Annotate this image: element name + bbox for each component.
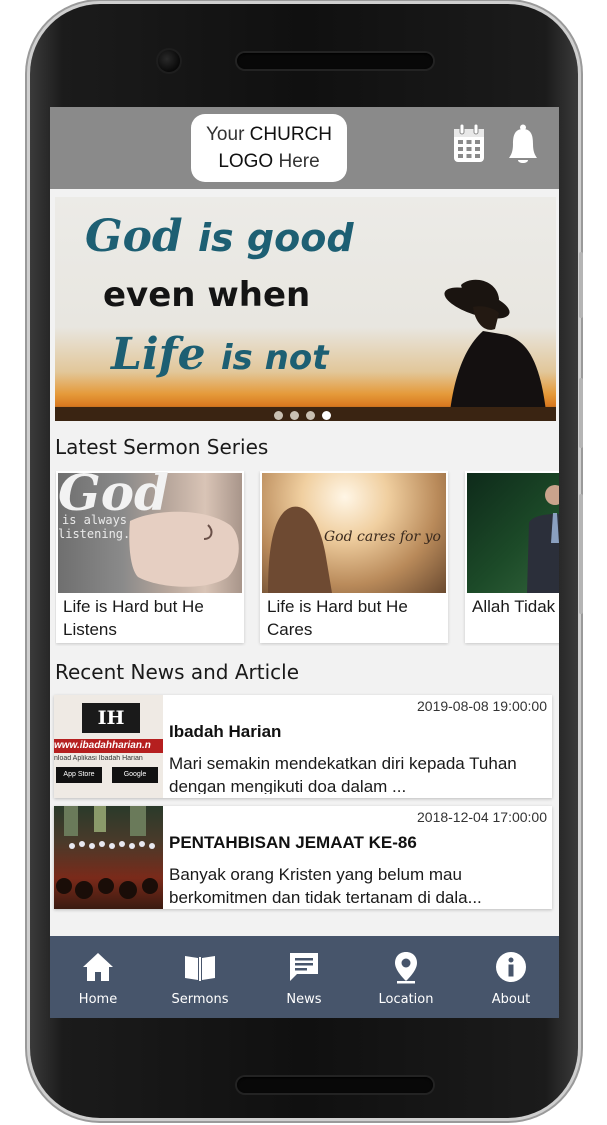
home-icon [83,953,113,981]
sermon-card-image [467,473,559,593]
logo-text-here: Here [278,151,320,172]
ih-logo: IH [82,703,140,733]
sermon-card-img-text: God cares for yo [324,529,441,545]
front-camera [158,50,180,72]
volume-down-button [579,494,583,614]
sermon-card[interactable]: God cares for yo Life is Hard but He Car… [260,471,448,643]
nav-location[interactable]: Location [356,936,456,1018]
sermon-card[interactable]: God is always listening. Life is Hard bu… [56,471,244,643]
news-title: Ibadah Harian [169,722,282,741]
sermon-card-title: Life is Hard but He Listens [63,597,204,639]
nav-about-label: About [491,992,531,1007]
banner-word-is-not: is not [220,338,329,378]
logo-text-your: Your [206,124,245,145]
banner-line-2: even when [103,275,311,315]
thumb-google-badge: Google [112,767,158,783]
news-item[interactable]: 2018-12-04 17:00:00 PENTAHBISAN JEMAAT K… [54,806,552,909]
sermon-card-title: Life is Hard but He Cares [267,597,408,639]
thumb-url: www.ibadahharian.n [54,739,163,753]
sermon-card[interactable]: Allah Tidak Berhenti M [465,471,559,643]
top-bar: Your CHURCH LOGO Here [50,107,559,189]
news-thumbnail [54,806,163,909]
bottom-navigation: Home Sermons News Location About [50,936,559,1018]
slide-dot[interactable] [290,411,299,420]
nav-sermons[interactable]: Sermons [150,936,250,1018]
chat-icon [290,953,318,981]
nav-news-label: News [286,992,322,1007]
news-item[interactable]: IH www.ibadahharian.n nload Aplikasi Iba… [54,695,552,798]
banner-word-is-good: is good [198,216,354,260]
silhouette-man-image [444,279,547,421]
thumb-caption: nload Aplikasi Ibadah Harian [54,755,143,762]
nav-home-label: Home [78,992,118,1007]
app-screen: Your CHURCH LOGO Here God is good even w… [50,107,559,1018]
slide-indicator[interactable] [274,405,338,421]
logo-text-logo: LOGO [218,151,274,172]
nav-home[interactable]: Home [50,936,148,1018]
hero-banner[interactable]: God is good even when Life is not [55,197,556,421]
news-thumbnail: IH www.ibadahharian.n nload Aplikasi Iba… [54,695,163,798]
banner-line-1: God is good [85,211,354,262]
slide-dot[interactable] [274,411,283,420]
news-date: 2018-12-04 17:00:00 [417,809,547,825]
power-button [579,252,583,318]
sermon-section-title: Latest Sermon Series [55,435,269,459]
banner-line-3: Life is not [111,329,328,380]
sermon-carousel[interactable]: God is always listening. Life is Hard bu… [55,471,559,646]
nav-news[interactable]: News [254,936,354,1018]
banner-word-god: God [85,211,183,262]
calendar-icon[interactable] [452,123,486,168]
bell-icon[interactable] [508,124,538,170]
news-description: Mari semakin mendekatkan diri kepada Tuh… [169,754,517,794]
volume-up-button [579,378,583,448]
sermon-card-image: God cares for yo [262,473,446,593]
slide-dot-active[interactable] [322,411,331,420]
sermon-card-image: God is always listening. [58,471,242,593]
sermon-card-title: Allah Tidak Berhenti M [472,597,559,616]
news-section-title: Recent News and Article [55,660,300,684]
slide-dot[interactable] [306,411,315,420]
nav-sermons-label: Sermons [171,992,229,1007]
news-description: Banyak orang Kristen yang belum mau berk… [169,865,482,905]
location-pin-icon [395,952,417,984]
nav-location-label: Location [378,992,434,1007]
top-speaker [237,53,433,69]
church-logo[interactable]: Your CHURCH LOGO Here [191,114,347,182]
banner-word-life: Life [111,329,206,380]
logo-text-church: CHURCH [249,124,332,145]
news-title: PENTAHBISAN JEMAAT KE-86 [169,833,417,852]
bottom-speaker [237,1077,433,1093]
sermon-card-img-text-listening: listening. [58,527,131,541]
book-icon [185,956,215,981]
sermon-card-img-text-always: is always [62,513,128,527]
nav-about[interactable]: About [461,936,559,1018]
news-date: 2019-08-08 19:00:00 [417,698,547,714]
thumb-appstore-badge: App Store [56,767,102,783]
info-icon [496,952,526,982]
